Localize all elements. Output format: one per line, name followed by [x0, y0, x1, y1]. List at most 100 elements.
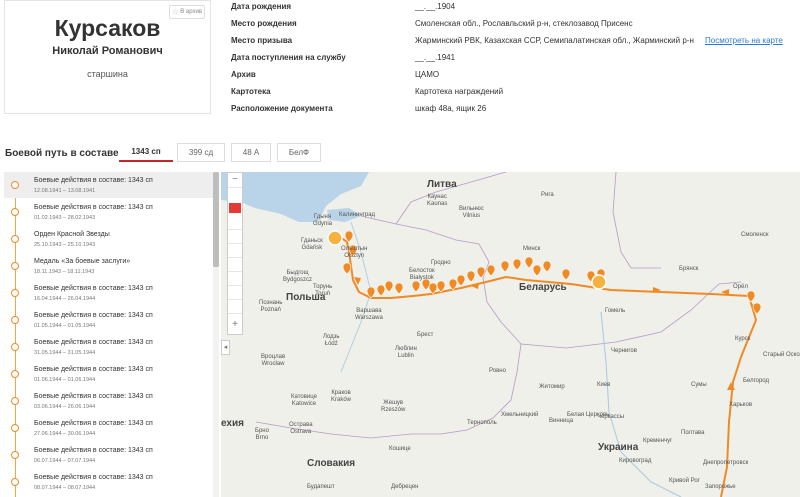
route-marker-pin[interactable]: [542, 260, 552, 273]
map-city-label: Кривой Рог: [669, 478, 700, 484]
map-city-label: Тернополь: [467, 420, 497, 426]
zoom-tick: [228, 313, 242, 314]
route-line: [332, 235, 757, 497]
info-value: __.__.1941: [415, 53, 456, 62]
map-city-label: Чернигов: [611, 348, 637, 354]
map-city-label: Полтава: [681, 430, 705, 436]
map-city-label: Будапешт: [307, 484, 335, 490]
route-marker-pin[interactable]: [746, 290, 756, 303]
timeline-item[interactable]: Боевые действия в составе: 1343 сп 12.08.…: [4, 172, 213, 198]
map-city-label: Катовице Katowice: [291, 394, 317, 407]
route-marker-pin[interactable]: [561, 268, 571, 281]
map-city-label: Варшава Warszawa: [355, 308, 383, 321]
map-city-label: Гдыня Gdynia: [313, 214, 333, 227]
route-marker-pin[interactable]: [342, 262, 352, 275]
map-city-label: Гомель: [605, 308, 626, 314]
marker-cluster[interactable]: [327, 230, 343, 246]
border-line: [255, 421, 441, 439]
river: [340, 221, 372, 373]
timeline-item-date: 01.02.1943 – 28.02.1943: [34, 215, 96, 221]
info-label: Расположение документа: [231, 104, 333, 113]
timeline-item[interactable]: Боевые действия в составе: 1343 сп 01.06.…: [4, 361, 213, 387]
combat-path-title: Боевой путь в составе:: [5, 148, 122, 159]
river: [600, 311, 682, 497]
map-city-label: Харьков: [729, 402, 753, 408]
timeline-item-title: Боевые действия в составе: 1343 сп: [34, 285, 153, 292]
timeline-dot: [11, 289, 19, 297]
info-label: Картотека: [231, 87, 271, 96]
map-city-label: Ольштын Olsztyn: [341, 246, 368, 259]
timeline-item-title: Боевые действия в составе: 1343 сп: [34, 393, 153, 400]
tab-belf[interactable]: БелФ: [277, 143, 321, 162]
tab-399-sd[interactable]: 399 сд: [177, 143, 225, 162]
timeline-item[interactable]: Боевые действия в составе: 1343 сп 01.02.…: [4, 199, 213, 225]
timeline-list: Боевые действия в составе: 1343 сп 12.08.…: [4, 172, 221, 497]
timeline-item[interactable]: Боевые действия в составе: 1343 сп 03.06.…: [4, 388, 213, 414]
timeline-dot: [11, 343, 19, 351]
route-marker-pin[interactable]: [394, 282, 404, 295]
route-marker-pin[interactable]: [500, 260, 510, 273]
timeline-item[interactable]: Медаль «За боевые заслуги» 18.11.1943 – 1…: [4, 253, 213, 279]
timeline-item[interactable]: Боевые действия в составе: 1343 сп 27.06.…: [4, 415, 213, 441]
info-value: __.__.1904: [415, 2, 456, 11]
show-on-map-link[interactable]: Посмотреть на карте: [705, 36, 783, 45]
person-surname: Курсаков: [54, 15, 161, 41]
map-city-label: Белосток Białystok: [409, 268, 435, 281]
map-city-label: Торунь Toruń: [313, 284, 333, 297]
timeline-item-date: 08.07.1944 – 08.07.1944: [34, 485, 96, 491]
timeline-item-title: Боевые действия в составе: 1343 сп: [34, 366, 153, 373]
route-marker-pin[interactable]: [436, 280, 446, 293]
zoom-in-button[interactable]: +: [228, 318, 242, 332]
zoom-out-button[interactable]: −: [228, 173, 242, 187]
route-marker-pin[interactable]: [384, 280, 394, 293]
timeline-item[interactable]: Боевые действия в составе: 1343 сп 06.07.…: [4, 442, 213, 468]
map-city-label: Брянск: [679, 266, 699, 272]
map-city-label: Острава Ostrava: [289, 422, 313, 435]
timeline-item-date: 16.04.1944 – 26.04.1944: [34, 296, 96, 302]
timeline-item[interactable]: Боевые действия в составе: 1343 сп 31.05.…: [4, 334, 213, 360]
map-city-label: Орёл: [733, 284, 748, 290]
route-map[interactable]: Литва Польша Беларусь Украина Словакия ехия Гд…: [221, 172, 800, 497]
timeline-item-title: Орден Красной Звезды: [34, 231, 110, 238]
map-country-label: Украина: [598, 442, 639, 453]
zoom-tick: [228, 229, 242, 230]
route-marker-pin[interactable]: [524, 256, 534, 269]
map-city-label: Каунас Kaunas: [427, 194, 448, 207]
timeline-item-date: 31.05.1944 – 31.05.1944: [34, 350, 96, 356]
info-label: Дата рождения: [231, 2, 292, 11]
map-city-label: Рига: [541, 192, 554, 198]
route-marker-pin[interactable]: [486, 264, 496, 277]
map-city-label: Курск: [735, 336, 751, 342]
marker-cluster[interactable]: [591, 274, 607, 290]
route-marker-pin[interactable]: [456, 274, 466, 287]
map-city-label: Лодзь Łódź: [323, 334, 340, 347]
route-marker-pin[interactable]: [512, 258, 522, 271]
zoom-level-indicator[interactable]: [229, 203, 241, 213]
route-marker-pin[interactable]: [532, 264, 542, 277]
timeline-scrollbar[interactable]: [213, 172, 219, 497]
timeline-item[interactable]: Боевые действия в составе: 1343 сп 16.04.…: [4, 280, 213, 306]
map-city-label: Кошице: [389, 446, 411, 452]
scrollbar-thumb[interactable]: [213, 172, 219, 267]
tab-48-a[interactable]: 48 А: [231, 143, 271, 162]
timeline-dot: [11, 397, 19, 405]
map-city-label: Вроцлав Wrocław: [261, 354, 286, 367]
timeline-item[interactable]: Боевые действия в составе: 1343 сп 08.07.…: [4, 469, 213, 495]
map-country-label: ехия: [221, 418, 244, 429]
map-country-label: Литва: [427, 179, 457, 190]
zoom-tick: [228, 257, 242, 258]
tab-1343-sp[interactable]: 1343 сп: [119, 143, 173, 162]
route-marker-pin[interactable]: [466, 270, 476, 283]
route-marker-pin[interactable]: [411, 280, 421, 293]
route-marker-pin[interactable]: [376, 284, 386, 297]
map-city-label: Дебрецен: [391, 484, 419, 490]
timeline-item[interactable]: Боевые действия в составе: 1343 сп 01.05.…: [4, 307, 213, 333]
timeline-dot: [11, 451, 19, 459]
map-city-label: Жешув Rzeszów: [381, 400, 406, 413]
map-city-label: Кременчуг: [643, 438, 673, 444]
timeline-item-title: Боевые действия в составе: 1343 сп: [34, 177, 153, 184]
map-city-label: Запорожье: [705, 484, 736, 490]
timeline-item[interactable]: Орден Красной Звезды 25.10.1943 – 25.10.1…: [4, 226, 213, 252]
timeline-item-title: Медаль «За боевые заслуги»: [34, 258, 131, 265]
collapse-panel-button[interactable]: ◂: [221, 340, 230, 355]
